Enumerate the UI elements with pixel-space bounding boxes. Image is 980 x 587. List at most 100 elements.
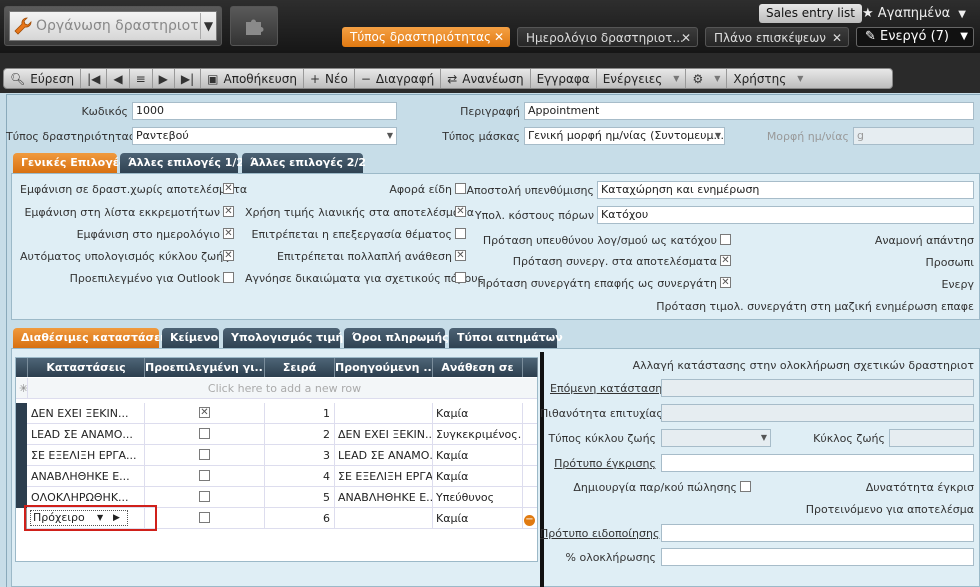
table-row[interactable]: ΣΕ ΕΞΕΛΙΞΗ ΕΡΓΑ... 3 LEAD ΣΕ ΑΝΑΜΟ... Κα…: [16, 445, 537, 466]
mask-type-select[interactable]: Γενική μορφή ημ/νίας (Συντομευμ... ▼: [524, 127, 725, 145]
cell-state[interactable]: ΑΝΑΒΛΗΘΗΚΕ Ε...: [28, 466, 145, 487]
approval-template-field[interactable]: [661, 454, 974, 472]
next-state-field[interactable]: [661, 379, 974, 397]
option-checkbox[interactable]: ✕: [223, 250, 234, 261]
cell-previous[interactable]: ΑΝΑΒΛΗΘΗΚΕ Ε...: [335, 487, 433, 508]
cell-assign[interactable]: Καμία: [433, 445, 523, 466]
option-checkbox[interactable]: ✕: [223, 206, 234, 217]
tab-activity-type[interactable]: Τύπος δραστηριότητας ✕: [342, 27, 510, 47]
cell-default[interactable]: [145, 487, 265, 508]
code-field[interactable]: 1000: [132, 102, 397, 120]
previous-record-button[interactable]: ◀: [107, 69, 130, 88]
row-selector[interactable]: [16, 445, 27, 466]
cell-default[interactable]: [145, 508, 265, 529]
close-icon[interactable]: ✕: [494, 27, 504, 47]
reminder-field[interactable]: Καταχώρηση και ενημέρωση: [597, 181, 974, 199]
app-selector[interactable]: Οργάνωση δραστηριοτή ▼: [4, 6, 222, 46]
cell-previous[interactable]: ΣΕ ΕΞΕΛΙΞΗ ΕΡΓΑ...: [335, 466, 433, 487]
first-record-button[interactable]: |◀: [81, 69, 108, 88]
delete-button[interactable]: − Διαγραφή: [355, 69, 442, 88]
cell-previous[interactable]: [335, 508, 433, 529]
settings-button[interactable]: ⚙ ▼: [686, 69, 728, 88]
close-icon[interactable]: ✕: [681, 28, 691, 46]
user-button[interactable]: Χρήστης ▼: [727, 69, 809, 88]
completion-field[interactable]: [661, 548, 974, 566]
cell-assign[interactable]: Υπεύθυνος: [433, 487, 523, 508]
save-button[interactable]: ▣ Αποθήκευση: [201, 69, 304, 88]
cell-default[interactable]: ✕: [145, 403, 265, 424]
row-selector[interactable]: [16, 466, 27, 487]
activity-type-select[interactable]: Ραντεβού ▼: [132, 127, 397, 145]
cost-field[interactable]: Κατόχου: [597, 206, 974, 224]
option-checkbox[interactable]: [223, 272, 234, 283]
option-checkbox[interactable]: ✕: [223, 228, 234, 239]
notification-template-link[interactable]: Πρότυπο ειδοποίησης: [540, 527, 659, 540]
date-format-field[interactable]: g: [853, 127, 974, 145]
option-checkbox[interactable]: ✕: [455, 250, 466, 261]
cell-previous[interactable]: LEAD ΣΕ ΑΝΑΜΟ...: [335, 445, 433, 466]
cell-assign[interactable]: Καμία: [433, 403, 523, 424]
table-row[interactable]: ΑΝΑΒΛΗΘΗΚΕ Ε... 4 ΣΕ ΕΞΕΛΙΞΗ ΕΡΓΑ... Καμ…: [16, 466, 537, 487]
cell-order[interactable]: 4: [265, 466, 335, 487]
cell-state[interactable]: ΣΕ ΕΞΕΛΙΞΗ ΕΡΓΑ...: [28, 445, 145, 466]
cell-assign[interactable]: Καμία: [433, 508, 523, 529]
row-selector[interactable]: [16, 403, 27, 424]
cell-order[interactable]: 2: [265, 424, 335, 445]
actions-button[interactable]: Ενέργειες ▼: [597, 69, 687, 88]
option-checkbox[interactable]: [455, 272, 466, 283]
lifecycle-type-select[interactable]: ▼: [661, 429, 771, 447]
cell-order[interactable]: 5: [265, 487, 335, 508]
active-state-dropdown[interactable]: ✎ Ενεργό (7) ▼: [856, 27, 974, 47]
grid-header-order[interactable]: Σειρά: [265, 358, 335, 377]
probability-field[interactable]: [661, 404, 974, 422]
description-field[interactable]: Appointment: [524, 102, 974, 120]
option-checkbox[interactable]: [455, 183, 466, 194]
cell-default[interactable]: [145, 445, 265, 466]
tab-request-types[interactable]: Τύποι αιτημάτων: [449, 328, 563, 348]
grid-header-previous[interactable]: Προηγούμενη ...: [335, 358, 433, 377]
notification-template-field[interactable]: [661, 524, 974, 542]
option-checkbox[interactable]: ✕: [223, 183, 234, 194]
table-row[interactable]: ΔΕΝ ΕΧΕΙ ΞΕΚΙΝ... ✕ 1 Καμία: [16, 403, 537, 424]
cell-previous[interactable]: [335, 403, 433, 424]
row-selector[interactable]: [16, 424, 27, 445]
tab-available-states[interactable]: Διαθέσιμες καταστάσεις: [13, 328, 171, 348]
documents-button[interactable]: Εγγραφα: [531, 69, 597, 88]
remove-row-button[interactable]: −: [523, 508, 538, 529]
tab-activity-calendar[interactable]: Ημερολόγιο δραστηριοτ... ✕: [517, 27, 698, 47]
grid-header-states[interactable]: Καταστάσεις: [28, 358, 145, 377]
tab-price-calc[interactable]: Υπολογισμός τιμής: [223, 328, 350, 348]
sales-entry-list-button[interactable]: Sales entry list: [759, 4, 862, 23]
new-button[interactable]: + Νέο: [304, 69, 355, 88]
option-checkbox[interactable]: [720, 234, 731, 245]
refresh-button[interactable]: ⇄ Ανανέωση: [441, 69, 531, 88]
cell-default[interactable]: [145, 466, 265, 487]
grid-header-default[interactable]: Προεπιλεγμένη γι...: [145, 358, 265, 377]
option-checkbox[interactable]: ✕: [455, 206, 466, 217]
lifecycle-field[interactable]: [889, 429, 974, 447]
cell-assign[interactable]: Συγκεκριμένος...: [433, 424, 523, 445]
last-record-button[interactable]: ▶|: [175, 69, 202, 88]
cell-state[interactable]: ΔΕΝ ΕΧΕΙ ΞΕΚΙΝ...: [28, 403, 145, 424]
create-sale-checkbox[interactable]: [740, 481, 751, 492]
cell-order[interactable]: 3: [265, 445, 335, 466]
add-row[interactable]: ✳ Click here to add a new row: [16, 378, 537, 399]
next-record-button[interactable]: ▶: [153, 69, 175, 88]
close-icon[interactable]: ✕: [832, 28, 842, 46]
approval-template-link[interactable]: Πρότυπο έγκρισης: [540, 457, 656, 470]
tab-other-options-1[interactable]: Άλλες επιλογές 1/2: [120, 153, 244, 173]
tab-text[interactable]: Κείμενο: [162, 328, 219, 348]
option-checkbox[interactable]: ✕: [720, 277, 731, 288]
list-button[interactable]: ≡: [130, 69, 153, 88]
table-row[interactable]: LEAD ΣΕ ΑΝΑΜΟ... 2 ΔΕΝ ΕΧΕΙ ΞΕΚΙΝ... Συγ…: [16, 424, 537, 445]
tab-general-options[interactable]: Γενικές Επιλογές: [13, 153, 125, 173]
cell-state[interactable]: LEAD ΣΕ ΑΝΑΜΟ...: [28, 424, 145, 445]
tab-other-options-2[interactable]: Άλλες επιλογές 2/2: [242, 153, 366, 173]
option-checkbox[interactable]: [455, 228, 466, 239]
favorites-button[interactable]: ★ Αγαπημένα ▼: [856, 4, 976, 23]
find-button[interactable]: 🔍︎ Εύρεση: [4, 69, 82, 88]
tab-visit-plan[interactable]: Πλάνο επισκέψεων ✕: [705, 27, 849, 47]
tab-payment-terms[interactable]: Όροι πληρωμής: [344, 328, 449, 348]
cell-order[interactable]: 6: [265, 508, 335, 529]
next-state-link[interactable]: Επόμενη κατάσταση: [550, 382, 662, 395]
